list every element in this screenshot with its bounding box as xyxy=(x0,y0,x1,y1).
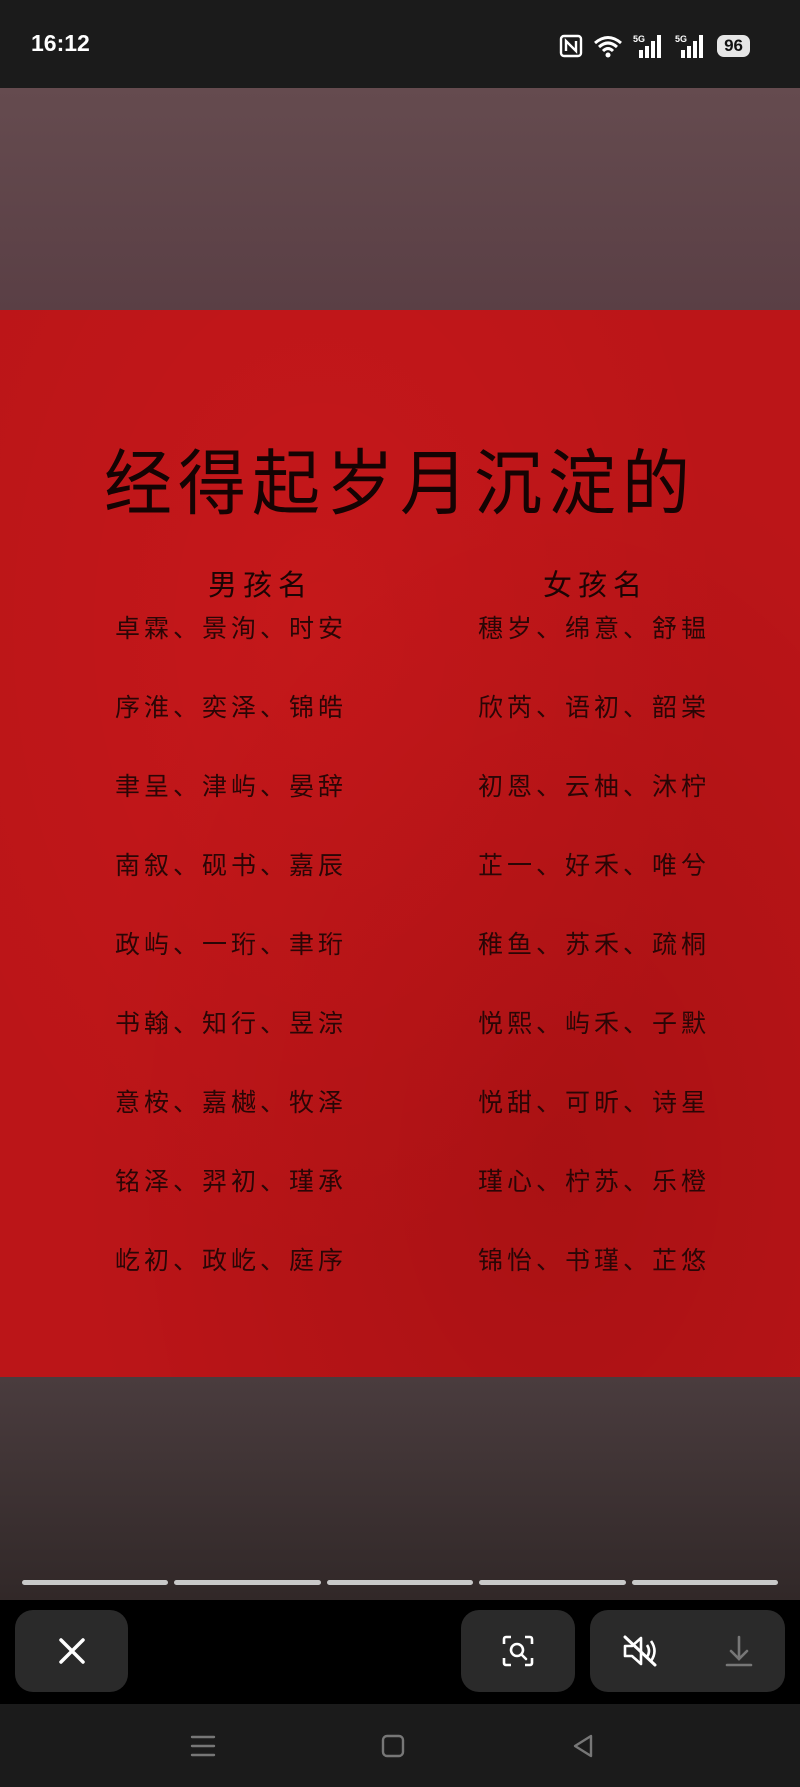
progress-segment xyxy=(174,1580,321,1585)
close-icon xyxy=(58,1638,85,1664)
media-backdrop-top xyxy=(0,88,800,310)
media-backdrop-bottom xyxy=(0,1377,800,1600)
girls-name-row: 锦怡、书瑾、芷悠 xyxy=(478,1246,711,1275)
recents-button[interactable] xyxy=(183,1726,223,1766)
svg-text:5G: 5G xyxy=(633,34,645,44)
boys-name-row: 政屿、一珩、聿珩 xyxy=(115,930,348,959)
progress-segment xyxy=(326,1580,474,1585)
progress-segment xyxy=(22,1580,169,1585)
boys-names-list: 卓霖、景洵、时安 序淮、奕泽、锦皓 聿呈、津屿、晏辞 南叙、砚书、嘉辰 政屿、一… xyxy=(115,612,347,1323)
battery-icon: 96 xyxy=(717,35,750,57)
story-progress xyxy=(22,1580,779,1585)
back-button[interactable] xyxy=(563,1726,603,1766)
svg-text:5G: 5G xyxy=(675,34,687,44)
girls-names-header: 女孩名 xyxy=(543,568,649,602)
girls-name-row: 悦熙、屿禾、子默 xyxy=(478,1009,711,1038)
image-search-button[interactable] xyxy=(461,1610,575,1692)
girls-name-row: 悦甜、可昕、诗星 xyxy=(478,1088,711,1117)
girls-name-row: 稚鱼、苏禾、疏桐 xyxy=(478,930,711,959)
status-bar: 16:12 5G 5G 96 xyxy=(0,0,800,88)
girls-names-list: 穗岁、绵意、舒韫 欣芮、语初、韶棠 初恩、云柚、沐柠 芷一、好禾、唯兮 稚鱼、苏… xyxy=(478,612,710,1323)
status-time: 16:12 xyxy=(31,30,90,56)
girls-name-row: 穗岁、绵意、舒韫 xyxy=(478,614,711,643)
boys-name-row: 卓霖、景洵、时安 xyxy=(115,614,348,643)
boys-name-row: 意桉、嘉樾、牧泽 xyxy=(115,1088,348,1117)
home-button[interactable] xyxy=(373,1726,413,1766)
signal-5g-icon: 5G xyxy=(675,34,704,58)
image-search-icon xyxy=(502,1635,534,1667)
girls-name-row: 初恩、云柚、沐柠 xyxy=(478,772,711,801)
mute-icon[interactable] xyxy=(621,1634,661,1668)
girls-name-row: 瑾心、柠苏、乐橙 xyxy=(478,1167,711,1196)
boys-name-row: 聿呈、津屿、晏辞 xyxy=(115,772,348,801)
boys-name-row: 屹初、政屹、庭序 xyxy=(115,1246,348,1275)
media-toolbar xyxy=(0,1600,800,1704)
girls-name-row: 欣芮、语初、韶棠 xyxy=(478,693,711,722)
home-icon xyxy=(381,1734,405,1758)
status-icons: 5G 5G 96 xyxy=(559,30,750,62)
download-icon[interactable] xyxy=(724,1634,754,1668)
poster-title: 经得起岁月沉淀的 xyxy=(103,443,696,527)
system-nav-bar xyxy=(0,1704,800,1787)
nfc-icon xyxy=(559,34,583,58)
progress-segment xyxy=(479,1580,626,1585)
close-button[interactable] xyxy=(15,1610,128,1692)
wifi-icon xyxy=(594,36,623,58)
boys-name-row: 铭泽、羿初、瑾承 xyxy=(115,1167,348,1196)
girls-name-row: 芷一、好禾、唯兮 xyxy=(478,851,711,880)
signal-5g-icon: 5G xyxy=(633,34,662,58)
poster-image: 经得起岁月沉淀的 男孩名 女孩名 卓霖、景洵、时安 序淮、奕泽、锦皓 聿呈、津屿… xyxy=(0,310,800,1377)
boys-name-row: 书翰、知行、昱淙 xyxy=(115,1009,348,1038)
boys-names-header: 男孩名 xyxy=(208,568,314,602)
boys-name-row: 南叙、砚书、嘉辰 xyxy=(115,851,348,880)
menu-icon xyxy=(190,1735,216,1757)
back-icon xyxy=(573,1734,593,1758)
boys-name-row: 序淮、奕泽、锦皓 xyxy=(115,693,348,722)
media-actions-pill xyxy=(590,1610,785,1692)
progress-segment xyxy=(631,1580,779,1585)
